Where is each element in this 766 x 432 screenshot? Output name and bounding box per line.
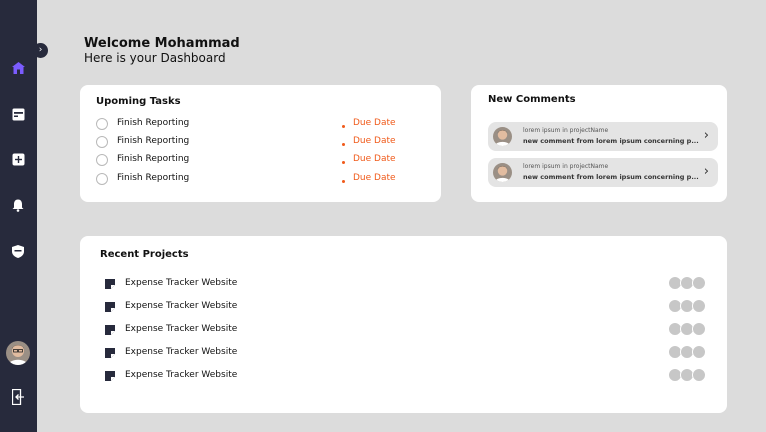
due-dot-icon [342, 161, 345, 164]
note-icon [105, 302, 115, 312]
task-checkbox[interactable] [96, 173, 108, 185]
project-row[interactable]: Expense Tracker Website [105, 299, 708, 315]
recent-projects-card: Recent Projects Expense Tracker Website … [80, 236, 727, 413]
project-row[interactable]: Expense Tracker Website [105, 345, 708, 361]
project-row[interactable]: Expense Tracker Website [105, 322, 708, 338]
comment-avatar [493, 163, 512, 182]
project-name: Expense Tracker Website [125, 301, 238, 311]
task-label: Finish Reporting [117, 136, 190, 146]
task-row: Finish Reporting Due Date [96, 172, 426, 188]
user-avatar[interactable] [6, 341, 30, 365]
comment-meta: lorem ipsum in projectName [523, 163, 609, 170]
note-icon [105, 348, 115, 358]
bell-icon[interactable] [10, 197, 26, 213]
sidebar-collapse-button[interactable]: › [33, 43, 48, 58]
task-label: Finish Reporting [117, 173, 190, 183]
dashboard-subtitle: Here is your Dashboard [84, 51, 226, 65]
upcoming-tasks-title: Upoming Tasks [96, 96, 181, 107]
welcome-title: Welcome Mohammad [84, 36, 240, 51]
task-label: Finish Reporting [117, 154, 190, 164]
task-checkbox[interactable] [96, 118, 108, 130]
shield-icon[interactable] [10, 243, 26, 259]
project-members [668, 276, 708, 290]
comment-meta: lorem ipsum in projectName [523, 127, 609, 134]
task-row: Finish Reporting Due Date [96, 135, 426, 151]
due-dot-icon [342, 143, 345, 146]
task-row: Finish Reporting Due Date [96, 153, 426, 169]
project-name: Expense Tracker Website [125, 324, 238, 334]
project-row[interactable]: Expense Tracker Website [105, 276, 708, 292]
project-members [668, 322, 708, 336]
chevron-right-icon: › [703, 128, 709, 143]
task-due-date: Due Date [353, 118, 396, 128]
project-members [668, 299, 708, 313]
project-name: Expense Tracker Website [125, 370, 238, 380]
due-dot-icon [342, 125, 345, 128]
task-due-date: Due Date [353, 136, 396, 146]
note-icon [105, 279, 115, 289]
comment-item[interactable]: lorem ipsum in projectName new comment f… [488, 158, 718, 187]
task-row: Finish Reporting Due Date [96, 117, 426, 133]
task-checkbox[interactable] [96, 136, 108, 148]
project-row[interactable]: Expense Tracker Website [105, 368, 708, 384]
comment-avatar [493, 127, 512, 146]
new-comments-title: New Comments [488, 94, 576, 105]
due-dot-icon [342, 180, 345, 183]
new-comments-card: New Comments lorem ipsum in projectName … [471, 85, 727, 202]
task-due-date: Due Date [353, 173, 396, 183]
comment-item[interactable]: lorem ipsum in projectName new comment f… [488, 122, 718, 151]
comment-text: new comment from lorem ipsum concerning … [523, 137, 699, 145]
sidebar [0, 0, 37, 432]
comment-text: new comment from lorem ipsum concerning … [523, 173, 699, 181]
project-members [668, 368, 708, 382]
note-icon [105, 371, 115, 381]
add-square-icon[interactable] [10, 151, 26, 167]
chevron-right-icon: › [38, 45, 43, 55]
recent-projects-title: Recent Projects [100, 249, 189, 260]
logout-icon[interactable] [10, 389, 26, 405]
chevron-right-icon: › [703, 164, 709, 179]
note-icon [105, 325, 115, 335]
upcoming-tasks-card: Upoming Tasks Finish Reporting Due Date … [80, 85, 441, 202]
task-checkbox[interactable] [96, 154, 108, 166]
inbox-icon[interactable] [10, 106, 26, 122]
task-label: Finish Reporting [117, 118, 190, 128]
home-icon[interactable] [10, 60, 26, 76]
project-name: Expense Tracker Website [125, 347, 238, 357]
project-name: Expense Tracker Website [125, 278, 238, 288]
project-members [668, 345, 708, 359]
task-due-date: Due Date [353, 154, 396, 164]
